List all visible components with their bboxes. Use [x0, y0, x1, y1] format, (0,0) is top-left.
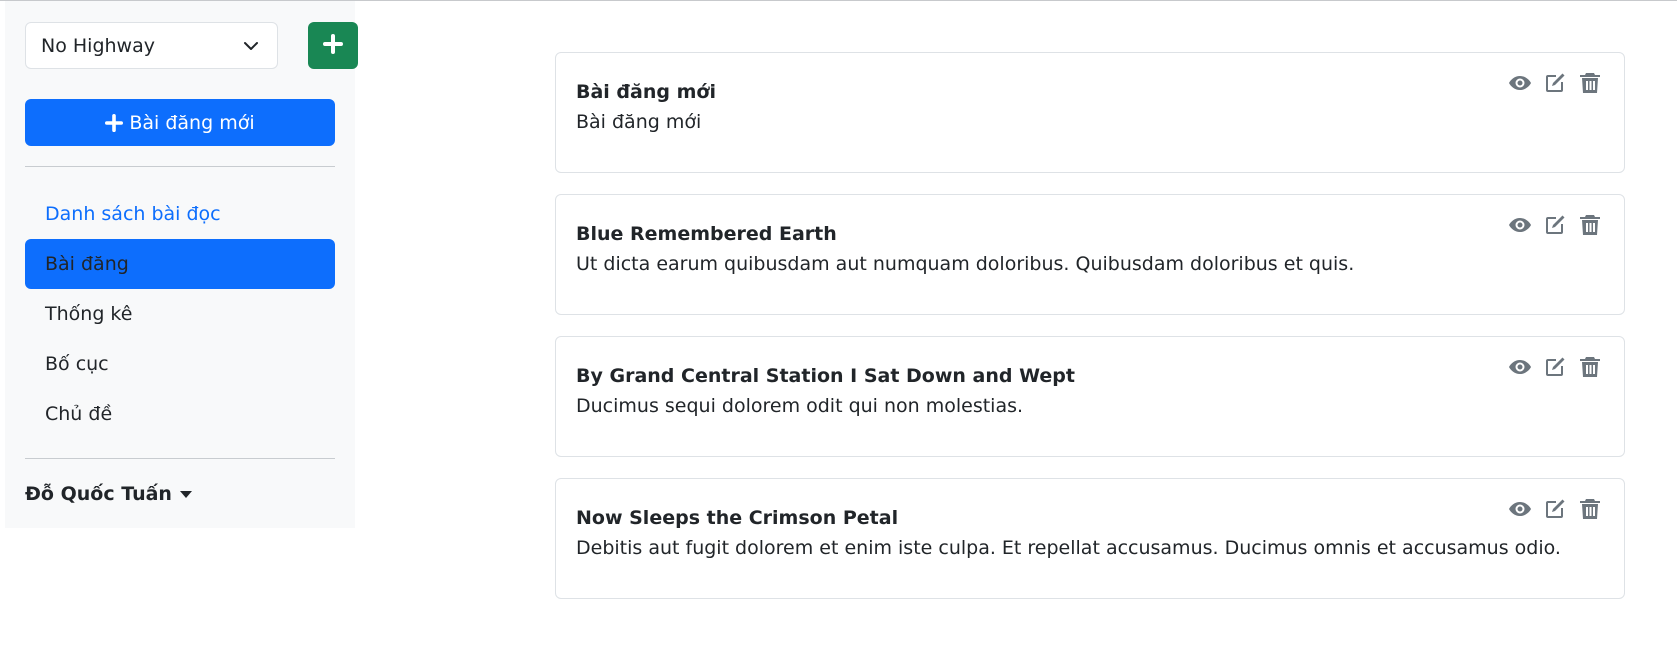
post-excerpt: Ducimus sequi dolorem odit qui non moles… — [576, 395, 1024, 417]
post-title: By Grand Central Station I Sat Down and … — [576, 365, 1075, 387]
sidebar-divider — [25, 458, 335, 459]
edit-icon[interactable] — [1543, 355, 1567, 379]
post-excerpt: Debitis aut fugit dolorem et enim iste c… — [576, 537, 1561, 559]
edit-icon[interactable] — [1543, 497, 1567, 521]
sidebar-divider — [25, 166, 335, 167]
post-actions — [1508, 71, 1602, 95]
trash-icon[interactable] — [1578, 71, 1602, 95]
blog-select[interactable]: No Highway — [25, 22, 278, 69]
post-title: Now Sleeps the Crimson Petal — [576, 507, 899, 529]
plus-icon — [323, 33, 343, 58]
edit-icon[interactable] — [1543, 71, 1567, 95]
sidebar: No Highway Bài đăng mới Danh sách bài đọ… — [5, 1, 358, 528]
post-title: Bài đăng mới — [576, 81, 716, 103]
post-card[interactable]: Bài đăng mới Bài đăng mới — [555, 52, 1625, 173]
chevron-down-icon — [243, 38, 259, 54]
sidebar-nav: Danh sách bài đọc Bài đăng Thống kê Bố c… — [25, 189, 335, 439]
post-list: Bài đăng mới Bài đăng mới Blue Remembere… — [555, 52, 1625, 620]
nav-item-layout[interactable]: Bố cục — [25, 339, 335, 389]
post-card[interactable]: Now Sleeps the Crimson Petal Debitis aut… — [555, 478, 1625, 599]
nav-item-reading-list[interactable]: Danh sách bài đọc — [25, 189, 335, 239]
nav-item-label: Chủ đề — [45, 403, 113, 425]
post-actions — [1508, 497, 1602, 521]
post-card[interactable]: Blue Remembered Earth Ut dicta earum qui… — [555, 194, 1625, 315]
eye-icon[interactable] — [1508, 355, 1532, 379]
nav-item-stats[interactable]: Thống kê — [25, 289, 335, 339]
post-title: Blue Remembered Earth — [576, 223, 837, 245]
post-actions — [1508, 355, 1602, 379]
eye-icon[interactable] — [1508, 497, 1532, 521]
edit-icon[interactable] — [1543, 213, 1567, 237]
nav-item-theme[interactable]: Chủ đề — [25, 389, 335, 439]
nav-item-label: Danh sách bài đọc — [45, 203, 221, 225]
user-name: Đỗ Quốc Tuấn — [25, 483, 172, 505]
post-excerpt: Ut dicta earum quibusdam aut numquam dol… — [576, 253, 1355, 275]
nav-item-label: Bố cục — [45, 353, 109, 375]
nav-item-label: Thống kê — [45, 303, 133, 325]
eye-icon[interactable] — [1508, 71, 1532, 95]
trash-icon[interactable] — [1578, 355, 1602, 379]
blog-select-value: No Highway — [41, 34, 155, 57]
post-card[interactable]: By Grand Central Station I Sat Down and … — [555, 336, 1625, 457]
caret-down-icon — [179, 490, 192, 498]
eye-icon[interactable] — [1508, 213, 1532, 237]
nav-item-label: Bài đăng — [45, 253, 129, 275]
trash-icon[interactable] — [1578, 497, 1602, 521]
post-excerpt: Bài đăng mới — [576, 111, 702, 133]
plus-icon — [105, 113, 124, 132]
new-post-label: Bài đăng mới — [129, 111, 255, 134]
post-actions — [1508, 213, 1602, 237]
user-menu[interactable]: Đỗ Quốc Tuấn — [25, 479, 192, 509]
nav-item-posts[interactable]: Bài đăng — [25, 239, 335, 289]
new-post-button[interactable]: Bài đăng mới — [25, 99, 335, 146]
trash-icon[interactable] — [1578, 213, 1602, 237]
add-blog-button[interactable] — [308, 22, 358, 69]
